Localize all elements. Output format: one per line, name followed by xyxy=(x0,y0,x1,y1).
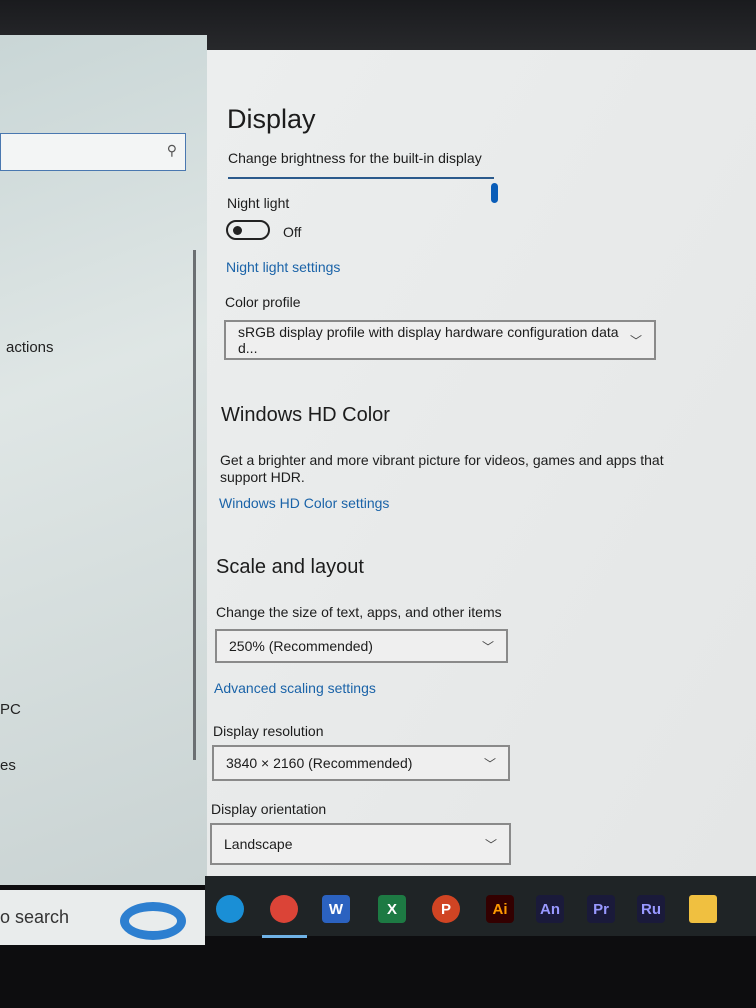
taskbar-app-label: Ai xyxy=(492,900,508,918)
color-profile-label: Color profile xyxy=(225,294,301,310)
taskbar-app-label: Pr xyxy=(593,900,609,918)
night-light-settings-link[interactable]: Night light settings xyxy=(226,259,340,275)
taskbar-app-label: An xyxy=(540,900,560,918)
scale-value: 250% (Recommended) xyxy=(229,638,373,654)
resolution-label: Display resolution xyxy=(213,723,324,739)
taskbar-illustrator-icon[interactable]: Ai xyxy=(486,895,514,923)
night-light-label: Night light xyxy=(227,195,290,211)
brightness-slider[interactable] xyxy=(228,177,494,179)
resolution-value: 3840 × 2160 (Recommended) xyxy=(226,755,413,771)
active-app-indicator xyxy=(262,935,307,938)
color-profile-value: sRGB display profile with display hardwa… xyxy=(238,324,619,356)
taskbar-excel-icon[interactable]: X xyxy=(378,895,406,923)
brightness-label: Change brightness for the built-in displ… xyxy=(228,150,482,166)
settings-search-input[interactable]: ⚲ xyxy=(0,133,186,171)
sidebar-item-pc[interactable]: PC xyxy=(0,701,21,718)
taskbar-app-label: X xyxy=(386,900,397,918)
taskbar-animate-icon[interactable]: An xyxy=(536,895,564,923)
taskbar-rush-icon[interactable]: Ru xyxy=(637,895,665,923)
search-icon: ⚲ xyxy=(166,142,177,158)
taskbar-powerpoint-icon[interactable]: P xyxy=(432,895,460,923)
hd-color-settings-link[interactable]: Windows HD Color settings xyxy=(219,495,389,511)
hd-color-description-2: support HDR. xyxy=(220,469,305,485)
sidebar-item-es[interactable]: es xyxy=(0,757,16,774)
cortana-icon[interactable] xyxy=(120,902,186,940)
taskbar-app-label: P xyxy=(440,900,451,918)
sidebar-scrollbar[interactable] xyxy=(193,250,196,760)
brightness-slider-thumb[interactable] xyxy=(491,183,498,203)
orientation-value: Landscape xyxy=(224,836,293,852)
page-title: Display xyxy=(227,104,316,134)
scale-layout-heading: Scale and layout xyxy=(216,556,364,578)
orientation-dropdown[interactable]: Landscape ﹀ xyxy=(210,823,511,865)
taskbar-search-text: o search xyxy=(0,907,70,927)
resolution-dropdown[interactable]: 3840 × 2160 (Recommended) ﹀ xyxy=(212,745,510,781)
night-light-toggle[interactable] xyxy=(226,220,270,240)
taskbar-premiere-icon[interactable]: Pr xyxy=(587,895,615,923)
chevron-down-icon: ﹀ xyxy=(484,837,497,852)
scale-dropdown[interactable]: 250% (Recommended) ﹀ xyxy=(215,629,508,663)
taskbar-app-label: W xyxy=(328,900,344,918)
hd-color-description: Get a brighter and more vibrant picture … xyxy=(220,452,664,468)
taskbar-chrome-icon[interactable] xyxy=(270,895,298,923)
sidebar-item-actions[interactable]: actions xyxy=(6,339,54,356)
advanced-scaling-link[interactable]: Advanced scaling settings xyxy=(214,680,376,696)
night-light-state: Off xyxy=(283,224,302,240)
taskbar-edge-icon[interactable] xyxy=(216,895,244,923)
chevron-down-icon: ﹀ xyxy=(629,333,642,348)
chevron-down-icon: ﹀ xyxy=(483,756,496,771)
hd-color-heading: Windows HD Color xyxy=(221,404,390,426)
taskbar-file-explorer-icon[interactable] xyxy=(689,895,717,923)
chevron-down-icon: ﹀ xyxy=(481,639,494,654)
color-profile-dropdown[interactable]: sRGB display profile with display hardwa… xyxy=(224,320,656,360)
orientation-label: Display orientation xyxy=(211,801,327,817)
scale-label: Change the size of text, apps, and other… xyxy=(216,604,502,620)
taskbar-word-icon[interactable]: W xyxy=(322,895,350,923)
taskbar-app-label: Ru xyxy=(641,900,661,918)
